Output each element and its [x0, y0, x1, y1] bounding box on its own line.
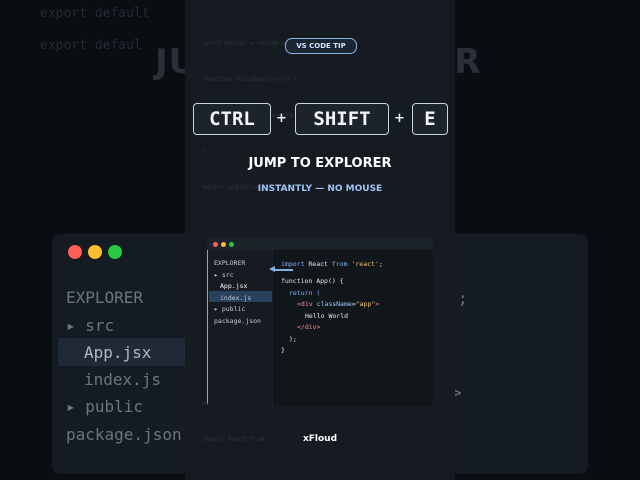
- code-token: 'react': [347, 260, 379, 268]
- bg-tree-item: index.js: [84, 370, 162, 389]
- code-token: "app": [355, 300, 376, 308]
- code-token: from: [331, 260, 348, 268]
- ghost-code-line: [203, 218, 304, 230]
- minimize-dot-icon[interactable]: [221, 242, 226, 247]
- code-token: <div: [297, 300, 317, 308]
- code-line-2: function App() {: [281, 277, 344, 285]
- bg-tree-item: App.jsx: [84, 343, 152, 362]
- center-card: const editor = vscode.window function fo…: [185, 0, 455, 480]
- plus-sign: +: [394, 111, 405, 126]
- folder-public[interactable]: ▸ public: [214, 305, 245, 313]
- bg-maximize-dot-icon: [108, 245, 122, 259]
- code-line-6: </div>: [297, 323, 321, 331]
- close-dot-icon[interactable]: [213, 242, 218, 247]
- bg-tree-item: ▸ public: [66, 397, 144, 416]
- code-line-8: }: [281, 346, 285, 354]
- maximize-dot-icon[interactable]: [229, 242, 234, 247]
- key-e: E: [412, 103, 448, 135]
- code-token: import: [281, 260, 305, 268]
- arrow-pointer-line: [273, 269, 293, 271]
- file-package-json[interactable]: package.json: [214, 317, 261, 325]
- bg-glyph: ;: [458, 289, 468, 308]
- folder-src[interactable]: ▸ src: [214, 271, 234, 279]
- code-token: className: [316, 300, 352, 308]
- key-ctrl: CTRL: [193, 103, 271, 135]
- code-token: >: [375, 300, 380, 308]
- plus-sign: +: [276, 111, 287, 126]
- tip-badge: VS CODE TIP: [285, 38, 357, 54]
- explorer-header: EXPLORER: [214, 259, 246, 267]
- shortcut-keys: CTRL + SHIFT + E: [185, 103, 455, 137]
- code-line-5: Hello World: [305, 312, 349, 320]
- brand-logo: xFloud: [302, 434, 338, 444]
- mini-editor-window: EXPLORER ▸ src App.jsx index.js ▸ public…: [207, 238, 433, 406]
- code-line-4: <div className="app">: [297, 300, 379, 308]
- bg-tree-item: package.json: [66, 425, 182, 444]
- code-line-1: import React from 'react';: [281, 260, 383, 268]
- file-index-js[interactable]: index.js: [220, 294, 251, 302]
- code-line-3: return (: [289, 289, 321, 297]
- bg-code-line: export default: [40, 6, 150, 21]
- code-editor[interactable]: import React from 'react'; function App(…: [273, 250, 433, 406]
- bg-minimize-dot-icon: [88, 245, 102, 259]
- headline: JUMP TO EXPLORER: [248, 156, 392, 171]
- subheadline: INSTANTLY — NO MOUSE: [257, 184, 383, 194]
- code-line-7: );: [289, 335, 297, 343]
- bg-tree-item: ▸ src: [66, 316, 115, 335]
- code-token: ;: [378, 260, 383, 268]
- bg-code-line: export defaul: [40, 38, 142, 53]
- explorer-sidebar: EXPLORER ▸ src App.jsx index.js ▸ public…: [207, 250, 272, 406]
- bg-close-dot-icon: [68, 245, 82, 259]
- file-app-jsx[interactable]: App.jsx: [220, 282, 247, 290]
- code-token: React: [304, 260, 332, 268]
- bg-tree-item: EXPLORER: [66, 288, 144, 307]
- ghost-code-line: function focusExplorer() {: [203, 76, 297, 83]
- key-shift: SHIFT: [295, 103, 389, 135]
